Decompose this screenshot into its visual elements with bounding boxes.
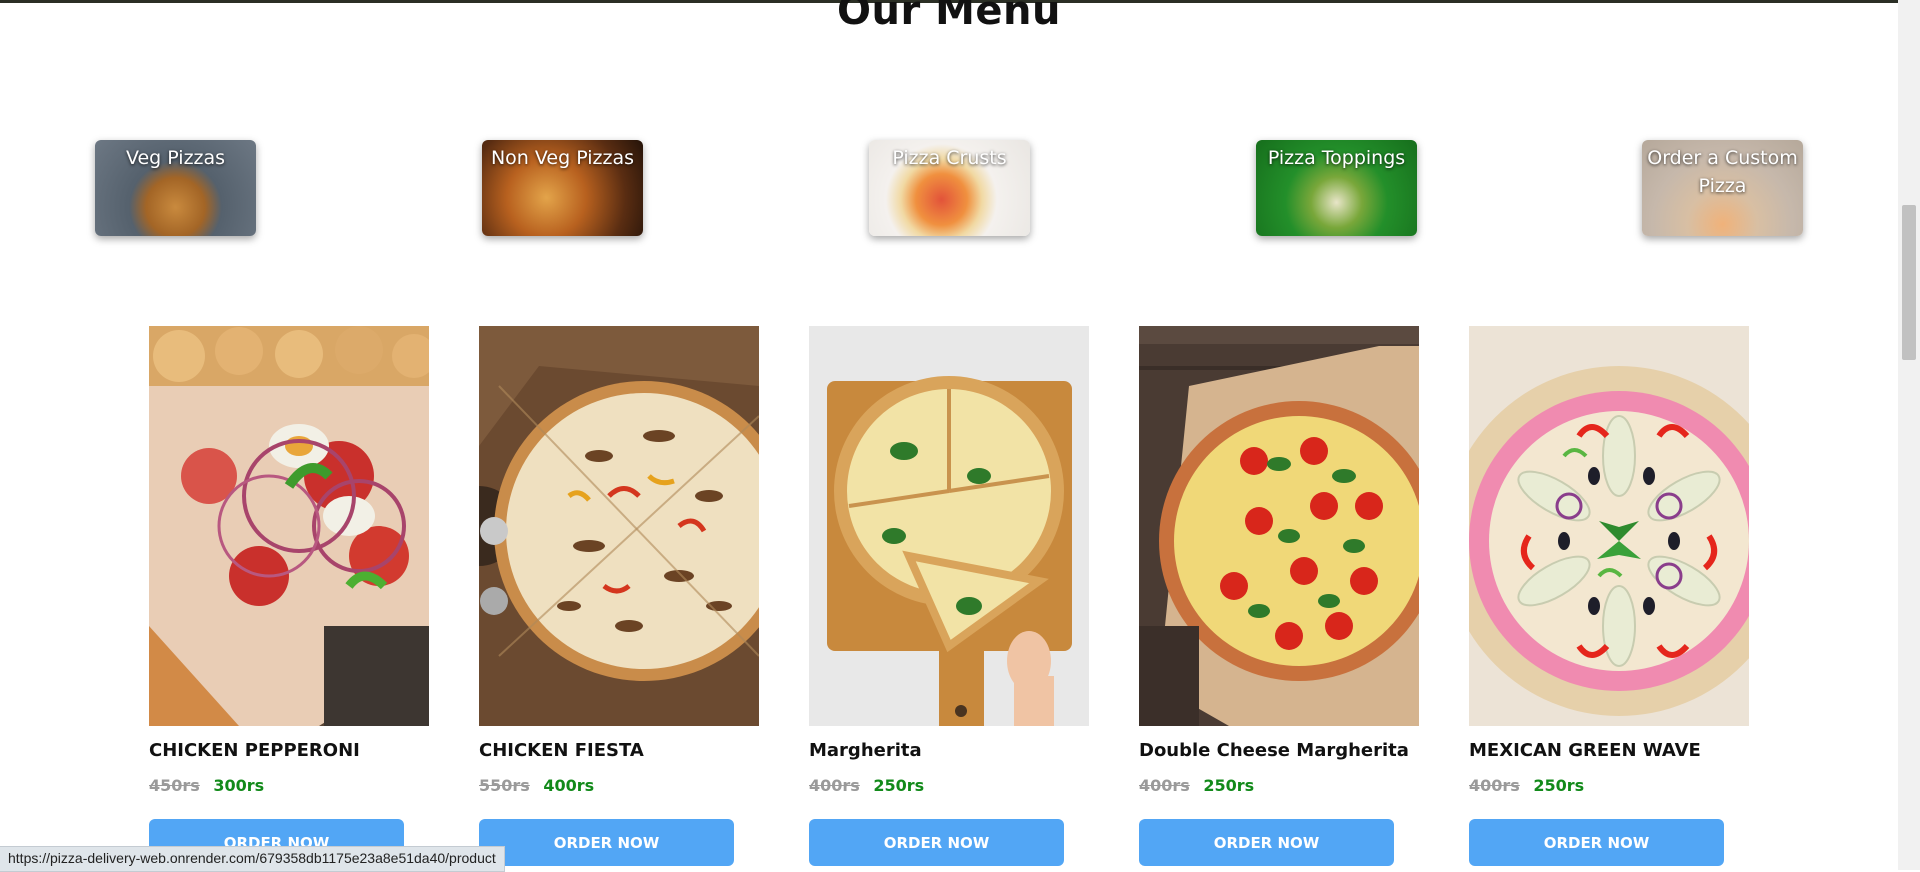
scrollbar-thumb[interactable] [1902, 205, 1916, 360]
category-custom-pizza[interactable]: Order a Custom Pizza [1642, 140, 1803, 236]
new-price: 400rs [543, 776, 595, 795]
new-price: 250rs [873, 776, 925, 795]
product-prices: 400rs 250rs [1139, 776, 1254, 795]
page-title: Our Menu [836, 0, 1062, 34]
order-now-button[interactable]: ORDER NOW [479, 819, 734, 866]
product-prices: 550rs 400rs [479, 776, 594, 795]
category-label: Non Veg Pizzas [490, 147, 635, 169]
product-card: MEXICAN GREEN WAVE 400rs 250rs ORDER NOW [1469, 326, 1749, 866]
product-name: CHICKEN PEPPERONI [149, 740, 360, 761]
new-price: 250rs [1533, 776, 1585, 795]
old-price: 400rs [809, 776, 860, 795]
category-label: Order a Custom Pizza [1647, 147, 1798, 197]
product-name: CHICKEN FIESTA [479, 740, 644, 761]
category-veg-pizzas[interactable]: Veg Pizzas [95, 140, 256, 236]
product-photo[interactable] [1469, 326, 1749, 726]
product-name: Double Cheese Margherita [1139, 740, 1409, 761]
category-label: Pizza Crusts [892, 147, 1007, 169]
category-non-veg-pizzas[interactable]: Non Veg Pizzas [482, 140, 643, 236]
product-name: MEXICAN GREEN WAVE [1469, 740, 1701, 761]
product-card: CHICKEN FIESTA 550rs 400rs ORDER NOW [479, 326, 759, 866]
product-photo[interactable] [479, 326, 759, 726]
product-photo[interactable] [1139, 326, 1419, 726]
order-now-button[interactable]: ORDER NOW [1469, 819, 1724, 866]
order-now-button[interactable]: ORDER NOW [1139, 819, 1394, 866]
product-card: CHICKEN PEPPERONI 450rs 300rs ORDER NOW [149, 326, 429, 866]
product-photo[interactable] [149, 326, 429, 726]
new-price: 300rs [213, 776, 265, 795]
product-photo[interactable] [809, 326, 1089, 726]
old-price: 400rs [1469, 776, 1520, 795]
product-name: Margherita [809, 740, 922, 761]
category-label: Veg Pizzas [125, 147, 226, 169]
category-pizza-toppings[interactable]: Pizza Toppings [1256, 140, 1417, 236]
category-pizza-crusts[interactable]: Pizza Crusts [869, 140, 1030, 236]
old-price: 400rs [1139, 776, 1190, 795]
vertical-scrollbar[interactable] [1898, 0, 1920, 870]
product-card: Double Cheese Margherita 400rs 250rs ORD… [1139, 326, 1419, 866]
category-label: Pizza Toppings [1267, 147, 1406, 169]
product-card: Margherita 400rs 250rs ORDER NOW [809, 326, 1089, 866]
product-prices: 400rs 250rs [1469, 776, 1584, 795]
old-price: 450rs [149, 776, 200, 795]
order-now-button[interactable]: ORDER NOW [809, 819, 1064, 866]
product-prices: 400rs 250rs [809, 776, 924, 795]
old-price: 550rs [479, 776, 530, 795]
product-prices: 450rs 300rs [149, 776, 264, 795]
link-status-bar: https://pizza-delivery-web.onrender.com/… [0, 846, 505, 872]
new-price: 250rs [1203, 776, 1255, 795]
